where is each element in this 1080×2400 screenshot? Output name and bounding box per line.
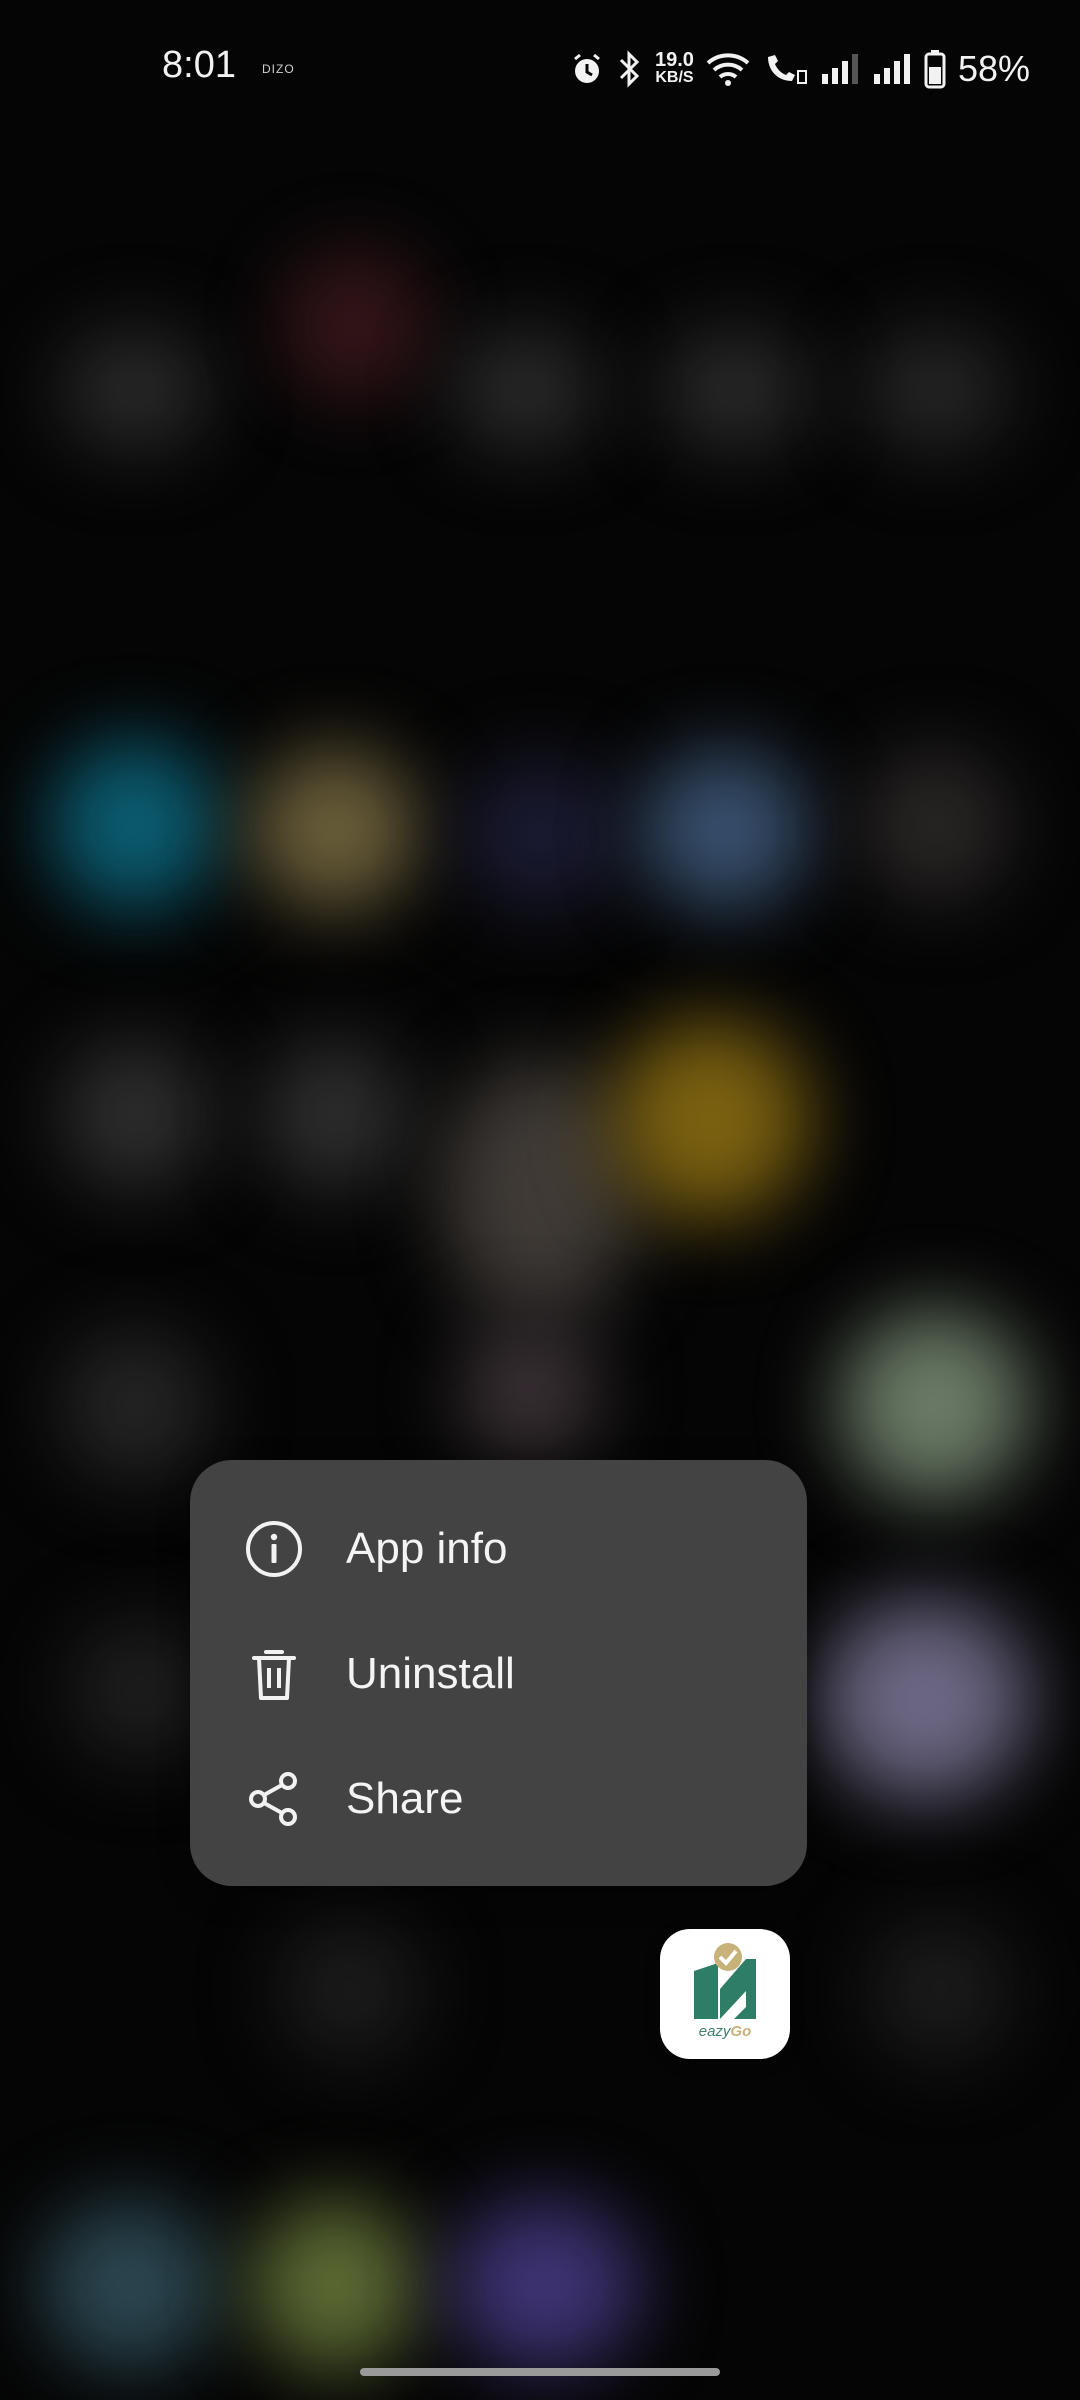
- alarm-icon: [569, 51, 605, 87]
- clock: 8:01: [162, 44, 236, 86]
- brand-prefix: eazy: [698, 2023, 731, 2040]
- share-icon: [242, 1767, 306, 1831]
- wifi-calling-icon: [762, 51, 808, 87]
- eazygo-app-icon[interactable]: eazyGo: [660, 1929, 790, 2059]
- status-bar: 8:01 DIZO 19.0 KB/S 58%: [0, 0, 1080, 140]
- brand-suffix: Go: [730, 2023, 752, 2040]
- battery-percent: 58%: [957, 48, 1030, 89]
- network-speed: 19.0 KB/S: [655, 49, 694, 87]
- network-speed-unit: KB/S: [655, 69, 694, 86]
- network-speed-value: 19.0: [655, 49, 694, 71]
- menu-item-label: Uninstall: [346, 1649, 515, 1698]
- menu-item-label: App info: [346, 1524, 508, 1573]
- signal-sim2-icon: [872, 52, 912, 86]
- menu-item-share[interactable]: Share: [190, 1744, 807, 1854]
- app-brand-text: eazyGo: [660, 2023, 790, 2040]
- trash-icon: [242, 1642, 306, 1706]
- home-indicator[interactable]: [360, 2368, 720, 2376]
- wifi-icon: [706, 51, 750, 87]
- signal-sim1-icon: [820, 52, 860, 86]
- menu-item-uninstall[interactable]: Uninstall: [190, 1619, 807, 1729]
- battery-icon: [924, 49, 946, 89]
- status-icons: 19.0 KB/S 58%: [569, 44, 1030, 94]
- bluetooth-icon: [617, 50, 643, 88]
- app-context-menu: App info Uninstall Share: [190, 1460, 807, 1886]
- menu-item-label: Share: [346, 1774, 464, 1823]
- menu-item-app-info[interactable]: App info: [190, 1494, 807, 1604]
- info-icon: [242, 1517, 306, 1581]
- carrier-label: DIZO: [262, 62, 295, 76]
- eazygo-logo-icon: [694, 1943, 756, 2019]
